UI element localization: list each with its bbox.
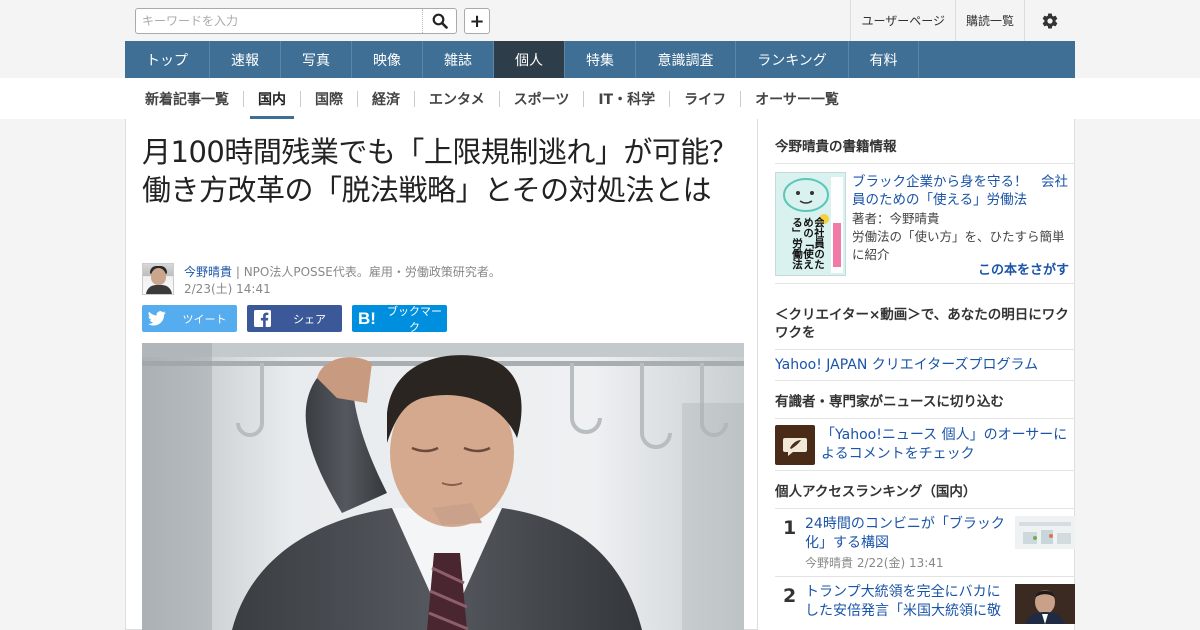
main-nav-item[interactable]: 速報 xyxy=(210,41,281,78)
plus-icon: + xyxy=(469,10,485,32)
article: 月100時間残業でも「上限規制逃れ」が可能？ 働き方改革の「脱法戦略」とその対処… xyxy=(125,119,766,630)
sub-nav-item[interactable]: オーサー一覧 xyxy=(740,90,853,108)
ranking-section-title: 個人アクセスランキング（国内） xyxy=(775,471,1075,509)
sub-nav-item[interactable]: スポーツ xyxy=(498,90,584,108)
twitter-share-button[interactable]: ツイート xyxy=(142,305,237,332)
settings-button[interactable] xyxy=(1024,0,1075,41)
main-nav-item[interactable]: 特集 xyxy=(565,41,636,78)
hatena-bookmark-button[interactable]: B! ブックマーク xyxy=(352,304,447,334)
creator-program-link[interactable]: Yahoo! JAPAN クリエイターズプログラム xyxy=(775,350,1075,381)
sidebar-content: 今野晴貴の書籍情報 会社員のための「使える」労働法 ブラック企業から身を守る！ … xyxy=(775,119,1075,630)
sub-nav-item[interactable]: 国内 xyxy=(243,90,300,120)
post-date: 2/23(土) 14:41 xyxy=(184,282,271,296)
ranking-item: 1 24時間のコンビニが「ブラック化」する構図 今野晴貴 2/22(金) 13:… xyxy=(775,509,1075,577)
expert-section-title: 有識者・専門家がニュースに切り込む xyxy=(775,381,1075,419)
book-author: 著者：今野晴貴 xyxy=(852,211,940,226)
ranking-title-link[interactable]: トランプ大統領を完全にバカにした安倍発言「米国大統領に敬 xyxy=(805,583,1010,621)
sub-nav-item[interactable]: 国際 xyxy=(300,90,357,108)
sub-nav: 新着記事一覧 国内 国際 経済 エンタメ スポーツ IT・科学 ライフ オーサー一覧 xyxy=(0,78,1200,120)
search-box xyxy=(135,8,457,34)
sub-nav-item[interactable]: IT・科学 xyxy=(583,90,669,108)
top-bar-inner: + ユーザーページ 購読一覧 xyxy=(125,0,1075,41)
add-button[interactable]: + xyxy=(464,8,490,34)
book-cover-image[interactable]: 会社員のための「使える」労働法 xyxy=(775,172,846,276)
sub-nav-item[interactable]: ライフ xyxy=(669,90,740,108)
book-title-link[interactable]: ブラック企業から身を守る！ 会社員のための「使える」労働法 xyxy=(852,173,1072,209)
sub-nav-item[interactable]: エンタメ xyxy=(414,90,499,108)
ranking-thumbnail[interactable] xyxy=(1015,584,1075,624)
ranking-thumbnail[interactable] xyxy=(1015,516,1075,549)
sub-nav-inner: 新着記事一覧 国内 国際 経済 エンタメ スポーツ IT・科学 ライフ オーサー一覧 xyxy=(125,78,1075,120)
search-input[interactable] xyxy=(136,9,420,33)
main-nav-item[interactable]: 映像 xyxy=(352,41,423,78)
ranking-title-link[interactable]: 24時間のコンビニが「ブラック化」する構図 xyxy=(805,515,1010,553)
author-name[interactable]: 今野晴貴 xyxy=(184,265,232,279)
book-cover-text: 会社員のための「使える」労働法 xyxy=(791,217,824,270)
twitter-icon xyxy=(142,305,172,332)
quill-icon[interactable] xyxy=(775,425,815,465)
sub-nav-item[interactable]: 経済 xyxy=(357,90,414,108)
hatena-bookmark-label: ブックマーク xyxy=(387,304,442,334)
main-nav-item[interactable]: 意識調査 xyxy=(636,41,736,78)
search-icon xyxy=(432,13,448,29)
hatena-bookmark-icon: B! xyxy=(358,308,376,328)
sidebar: 今野晴貴の書籍情報 会社員のための「使える」労働法 ブラック企業から身を守る！ … xyxy=(758,119,1075,630)
creator-section-title: ＜クリエイター×動画＞で、あなたの明日にワクワクを xyxy=(775,284,1075,350)
article-title: 月100時間残業でも「上限規制逃れ」が可能？ 働き方改革の「脱法戦略」とその対処… xyxy=(142,135,766,207)
main-nav-item[interactable]: ランキング xyxy=(736,41,849,78)
main-nav-item[interactable]: 有料 xyxy=(849,41,919,78)
expert-promo: 「Yahoo!ニュース 個人」のオーサーによるコメントをチェック xyxy=(775,419,1075,471)
author-line: 今野晴貴 | NPO法人POSSE代表。雇用・労働政策研究者。 xyxy=(184,263,501,280)
facebook-share-button[interactable]: シェア xyxy=(247,305,342,332)
main-nav-item[interactable]: 写真 xyxy=(281,41,352,78)
twitter-share-label: ツイート xyxy=(182,312,227,326)
gear-icon xyxy=(1042,13,1058,29)
main-nav: トップ 速報 写真 映像 雑誌 個人 特集 意識調査 ランキング 有料 xyxy=(125,41,1075,78)
top-bar: + ユーザーページ 購読一覧 xyxy=(0,0,1200,41)
author-avatar[interactable] xyxy=(142,263,174,295)
main-nav-item[interactable]: トップ xyxy=(125,41,210,78)
ranking-number: 1 xyxy=(783,517,797,539)
facebook-icon xyxy=(247,305,277,332)
author-description: | NPO法人POSSE代表。雇用・労働政策研究者。 xyxy=(235,265,501,279)
ranking-meta: 今野晴貴 2/22(金) 13:41 xyxy=(805,556,944,570)
top-links: ユーザーページ 購読一覧 xyxy=(850,0,1075,41)
main-nav-item[interactable]: 個人 xyxy=(494,41,565,78)
search-button[interactable] xyxy=(422,9,456,33)
subscription-list-link[interactable]: 購読一覧 xyxy=(954,0,1024,41)
book-section-title: 今野晴貴の書籍情報 xyxy=(775,119,1075,164)
sub-nav-item[interactable]: 新着記事一覧 xyxy=(131,91,243,108)
article-hero-image xyxy=(142,343,744,630)
ranking-number: 2 xyxy=(783,585,797,607)
expert-comment-link[interactable]: 「Yahoo!ニュース 個人」のオーサーによるコメントをチェック xyxy=(821,426,1073,464)
find-book-link[interactable]: この本をさがす xyxy=(978,259,1069,278)
user-page-link[interactable]: ユーザーページ xyxy=(850,0,955,41)
main-nav-item[interactable]: 雑誌 xyxy=(423,41,494,78)
ranking-item: 2 トランプ大統領を完全にバカにした安倍発言「米国大統領に敬 xyxy=(775,577,1075,630)
facebook-share-label: シェア xyxy=(293,312,326,326)
